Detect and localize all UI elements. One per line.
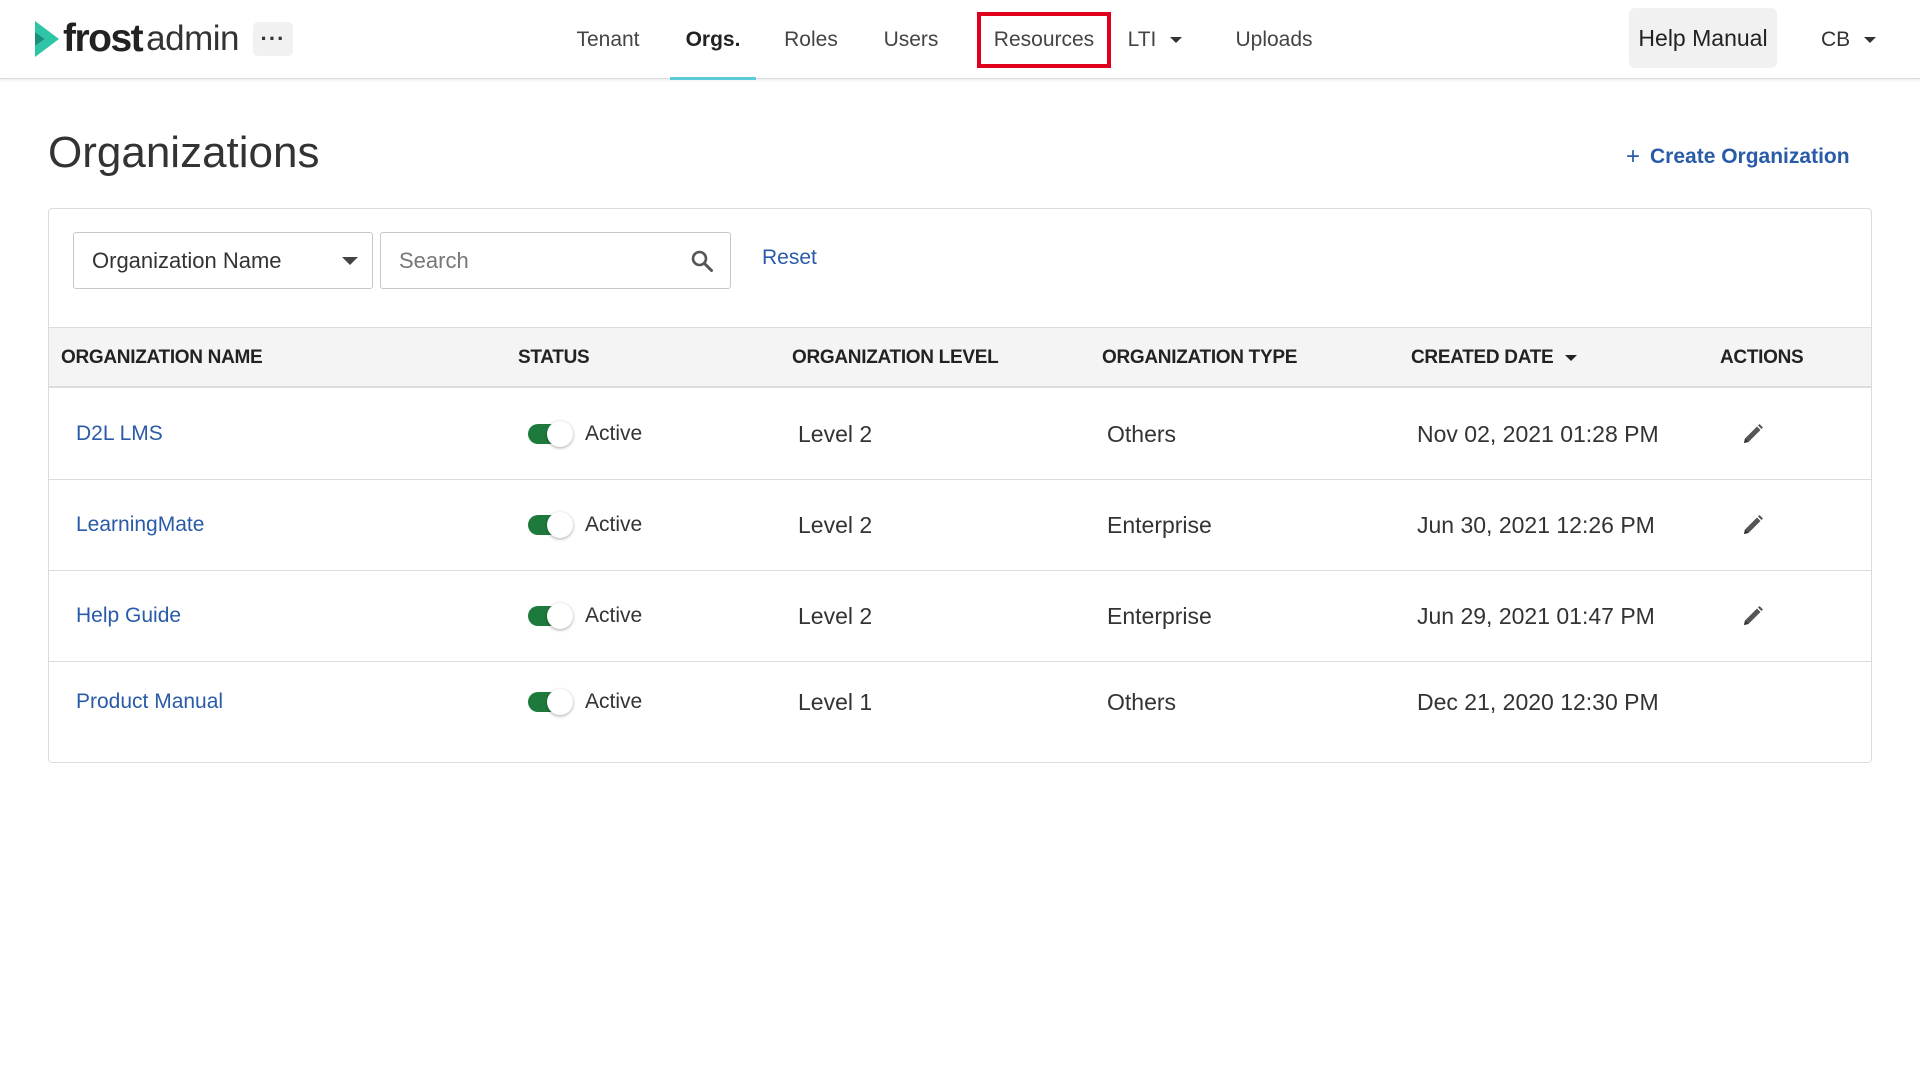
status-label: Active xyxy=(585,690,643,713)
page-title: Organizations xyxy=(48,128,320,177)
organizations-card: Organization Name Reset ORGANIZATION NAM… xyxy=(48,208,1872,763)
column-header-organization-level[interactable]: ORGANIZATION LEVEL xyxy=(792,328,999,387)
edit-button[interactable] xyxy=(1741,389,1765,479)
create-organization-button[interactable]: + Create Organization xyxy=(1626,142,1850,172)
column-header-status[interactable]: STATUS xyxy=(518,328,590,387)
organization-type: Enterprise xyxy=(1107,511,1212,538)
status-label: Active xyxy=(585,604,643,627)
organization-level: Level 2 xyxy=(798,420,873,447)
more-menu-button[interactable]: ··· xyxy=(253,22,293,56)
organization-name-link[interactable]: LearningMate xyxy=(76,480,204,570)
logo-text-frost: frost xyxy=(63,17,144,60)
created-date: Jun 30, 2021 12:26 PM xyxy=(1417,511,1655,538)
edit-button[interactable] xyxy=(1741,480,1765,570)
column-header-label: CREATED DATE xyxy=(1411,346,1554,368)
table-row: LearningMate Active Level 2 Enterprise J… xyxy=(49,480,1871,571)
logo-text-admin: admin xyxy=(146,19,239,58)
created-date: Nov 02, 2021 01:28 PM xyxy=(1417,420,1659,447)
organization-level: Level 2 xyxy=(798,511,873,538)
help-manual-button[interactable]: Help Manual xyxy=(1629,8,1777,68)
column-header-actions: ACTIONS xyxy=(1720,328,1804,387)
pencil-icon xyxy=(1744,424,1763,443)
user-initials: CB xyxy=(1821,28,1851,51)
reset-link[interactable]: Reset xyxy=(762,246,817,270)
column-header-label: ORGANIZATION TYPE xyxy=(1102,346,1298,368)
created-date: Jun 29, 2021 01:47 PM xyxy=(1417,602,1655,629)
pencil-icon xyxy=(1744,515,1763,534)
chevron-down-icon xyxy=(1170,36,1183,43)
toggle-knob xyxy=(547,421,573,447)
status-cell: Active xyxy=(528,571,642,661)
nav-tab-label: Tenant xyxy=(576,27,640,51)
column-header-created-date[interactable]: CREATED DATE xyxy=(1411,328,1578,387)
plus-icon: + xyxy=(1626,143,1641,170)
nav-tab-roles[interactable]: Roles xyxy=(778,0,844,79)
nav-tab-label: Uploads xyxy=(1235,27,1313,51)
table-row: Help Guide Active Level 2 Enterprise Jun… xyxy=(49,571,1871,662)
filter-field-value: Organization Name xyxy=(92,247,282,273)
column-header-label: ORGANIZATION NAME xyxy=(61,346,263,368)
status-cell: Active xyxy=(528,662,642,742)
search-icon[interactable] xyxy=(690,249,714,273)
toggle-knob xyxy=(547,689,573,715)
nav-tab-lti[interactable]: LTI xyxy=(1124,0,1186,79)
status-toggle[interactable] xyxy=(528,689,573,715)
organization-level: Level 1 xyxy=(798,688,873,715)
nav-tab-label: Orgs. xyxy=(685,27,741,51)
status-label: Active xyxy=(585,422,643,445)
ellipsis-icon: ··· xyxy=(260,26,286,51)
nav-tab-label: LTI xyxy=(1127,27,1157,51)
organization-name-link[interactable]: Product Manual xyxy=(76,662,223,742)
status-toggle[interactable] xyxy=(528,421,573,447)
search-box xyxy=(380,232,731,289)
organization-type: Others xyxy=(1107,420,1177,447)
organization-level: Level 2 xyxy=(798,602,873,629)
logo-chevron-icon xyxy=(35,21,59,57)
organization-name-link[interactable]: D2L LMS xyxy=(76,389,163,479)
table-row: D2L LMS Active Level 2 Others Nov 02, 20… xyxy=(49,389,1871,480)
nav-tab-uploads[interactable]: Uploads xyxy=(1228,0,1320,79)
top-navigation-bar: frost admin ··· Tenant Orgs. Roles Users… xyxy=(0,0,1920,80)
nav-tab-tenant[interactable]: Tenant xyxy=(570,0,646,79)
organization-type: Others xyxy=(1107,688,1177,715)
help-manual-label: Help Manual xyxy=(1638,24,1768,51)
nav-tab-label: Resources xyxy=(993,28,1095,51)
pencil-icon xyxy=(1744,606,1763,625)
filter-field-select[interactable]: Organization Name xyxy=(73,232,373,289)
nav-tab-users[interactable]: Users xyxy=(874,0,948,79)
table-header: ORGANIZATION NAME STATUS ORGANIZATION LE… xyxy=(49,327,1871,388)
column-header-label: ACTIONS xyxy=(1720,346,1804,368)
chevron-down-icon xyxy=(342,257,358,265)
organization-name-link[interactable]: Help Guide xyxy=(76,571,181,661)
chevron-down-icon xyxy=(1864,37,1877,43)
nav-tab-label: Roles xyxy=(784,27,838,51)
column-header-organization-type[interactable]: ORGANIZATION TYPE xyxy=(1102,328,1297,387)
search-input[interactable] xyxy=(381,233,681,288)
status-cell: Active xyxy=(528,389,642,479)
frost-admin-logo[interactable]: frost admin xyxy=(33,16,239,62)
column-header-label: ORGANIZATION LEVEL xyxy=(792,346,999,368)
status-label: Active xyxy=(585,513,643,536)
status-toggle[interactable] xyxy=(528,512,573,538)
column-header-organization-name[interactable]: ORGANIZATION NAME xyxy=(61,328,263,387)
table-row: Product Manual Active Level 1 Others Dec… xyxy=(49,662,1871,742)
nav-tab-label: Users xyxy=(883,27,939,51)
toggle-knob xyxy=(547,512,573,538)
organization-type: Enterprise xyxy=(1107,602,1212,629)
user-menu[interactable]: CB xyxy=(1821,22,1877,58)
column-header-label: STATUS xyxy=(518,346,590,368)
sort-descending-icon xyxy=(1565,354,1578,361)
status-toggle[interactable] xyxy=(528,603,573,629)
created-date: Dec 21, 2020 12:30 PM xyxy=(1417,688,1659,715)
status-cell: Active xyxy=(528,480,642,570)
nav-tab-resources[interactable]: Resources xyxy=(977,12,1111,68)
toggle-knob xyxy=(547,603,573,629)
edit-button[interactable] xyxy=(1741,571,1765,661)
create-organization-label: Create Organization xyxy=(1650,145,1850,168)
nav-tab-orgs[interactable]: Orgs. xyxy=(670,0,756,80)
